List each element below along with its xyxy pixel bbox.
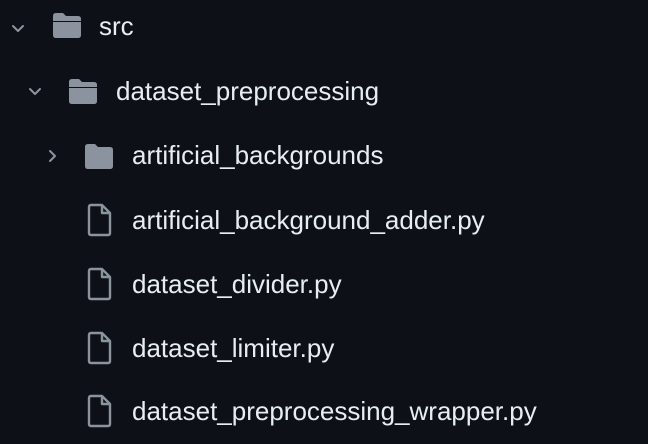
file-icon	[87, 331, 113, 365]
tree-row-file[interactable]: dataset_divider.py	[0, 252, 648, 316]
tree-row-label: artificial_background_adder.py	[132, 205, 485, 235]
file-icon	[87, 203, 113, 237]
tree-row-src[interactable]: src	[0, 0, 648, 60]
file-icon	[87, 267, 113, 301]
tree-row-label: src	[99, 11, 134, 41]
tree-row-label: dataset_limiter.py	[132, 333, 335, 363]
tree-row-artificial-backgrounds[interactable]: artificial_backgrounds	[0, 124, 648, 188]
chevron-right-icon[interactable]	[41, 145, 63, 167]
tree-row-file[interactable]: dataset_limiter.py	[0, 316, 648, 380]
folder-open-icon	[67, 76, 99, 106]
folder-open-icon	[51, 10, 83, 40]
tree-row-file[interactable]: dataset_preprocessing_wrapper.py	[0, 379, 648, 443]
chevron-down-icon[interactable]	[7, 17, 29, 39]
tree-row-label: dataset_divider.py	[132, 269, 342, 299]
tree-row-label: dataset_preprocessing	[116, 76, 380, 106]
tree-row-file[interactable]: artificial_background_adder.py	[0, 188, 648, 252]
tree-row-dataset-preprocessing[interactable]: dataset_preprocessing	[0, 59, 648, 123]
file-tree: src dataset_preprocessing artificial_bac…	[0, 0, 648, 444]
tree-row-label: artificial_backgrounds	[132, 140, 384, 170]
tree-row-label: dataset_preprocessing_wrapper.py	[132, 396, 537, 426]
folder-icon	[83, 141, 115, 171]
chevron-down-icon[interactable]	[24, 80, 46, 102]
file-icon	[87, 394, 113, 428]
